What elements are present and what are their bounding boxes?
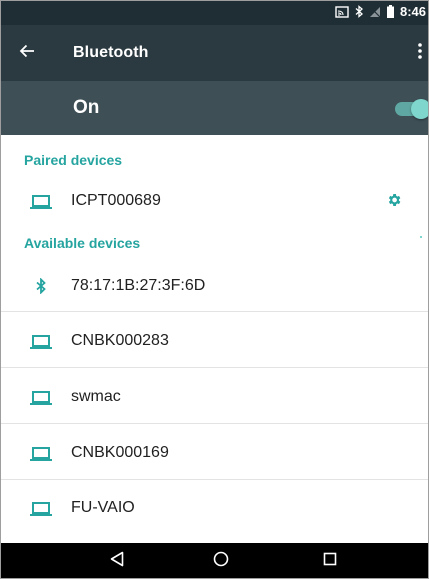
gear-icon: [386, 192, 402, 213]
battery-icon: [386, 5, 394, 18]
nav-back-button[interactable]: [106, 550, 128, 572]
available-device-row[interactable]: FU-VAIO: [1, 480, 428, 536]
status-bar: 8:46: [1, 1, 428, 25]
available-devices-header: Available devices: [24, 235, 141, 251]
status-time: 8:46: [399, 4, 426, 19]
laptop-icon: [30, 332, 52, 352]
available-device-row[interactable]: CNBK000283: [1, 312, 428, 367]
device-settings-button[interactable]: [383, 191, 405, 213]
cast-icon: [335, 5, 349, 18]
bluetooth-settings-screen: 8:46 Bluetooth On Paired devices ICPT000…: [0, 0, 429, 579]
switch-thumb: [411, 99, 428, 119]
laptop-icon: [30, 388, 52, 408]
device-name: 78:17:1B:27:3F:6D: [71, 277, 206, 294]
recents-square-icon: [323, 552, 337, 571]
device-name: CNBK000283: [71, 332, 169, 349]
laptop-icon: [30, 192, 52, 212]
bluetooth-toggle-bar[interactable]: On: [1, 81, 428, 135]
bluetooth-icon: [30, 276, 52, 296]
available-device-row[interactable]: 78:17:1B:27:3F:6D: [1, 263, 428, 309]
system-navigation-bar: [1, 543, 428, 578]
device-name: swmac: [71, 388, 121, 405]
no-signal-icon: [369, 6, 381, 18]
nav-recents-button[interactable]: [319, 550, 341, 572]
nav-home-button[interactable]: [210, 550, 232, 572]
paired-device-row[interactable]: ICPT000689: [1, 180, 428, 224]
paired-devices-header: Paired devices: [24, 152, 123, 168]
laptop-icon: [30, 499, 52, 519]
back-triangle-icon: [110, 551, 124, 572]
status-icons: 8:46: [335, 4, 426, 19]
device-name: FU-VAIO: [71, 499, 135, 516]
device-name: CNBK000169: [71, 444, 169, 461]
bluetooth-icon: [355, 5, 363, 18]
device-name: ICPT000689: [71, 192, 161, 209]
bluetooth-switch[interactable]: [393, 99, 428, 119]
overflow-menu-button[interactable]: [412, 41, 428, 65]
toggle-label: On: [73, 97, 100, 118]
laptop-icon: [30, 444, 52, 464]
app-bar: Bluetooth: [1, 25, 428, 81]
available-device-row[interactable]: CNBK000169: [1, 424, 428, 479]
overflow-menu-icon: [418, 42, 422, 64]
scroll-indicator: [420, 236, 422, 238]
available-device-row[interactable]: swmac: [1, 368, 428, 423]
page-title: Bluetooth: [73, 44, 149, 61]
back-button[interactable]: [15, 41, 39, 65]
arrow-left-icon: [19, 43, 35, 64]
home-circle-icon: [213, 551, 229, 572]
